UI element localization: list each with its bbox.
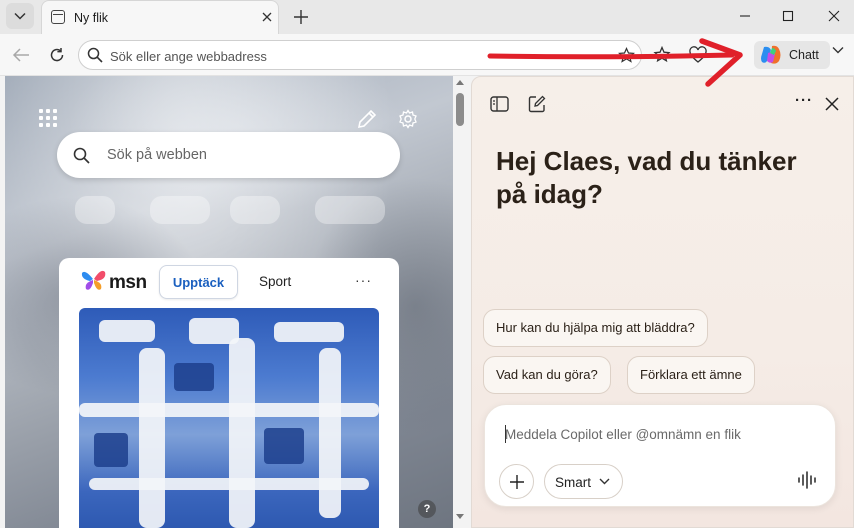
help-icon[interactable]: ? <box>418 500 436 518</box>
arrow-left-icon <box>12 48 29 62</box>
mode-label: Smart <box>555 475 592 490</box>
web-search-box[interactable]: Sök på webben <box>57 132 400 178</box>
sidebar-toggle-button[interactable] <box>488 93 510 115</box>
window-close-button[interactable] <box>819 4 849 28</box>
chevron-down-icon <box>599 478 610 485</box>
scroll-thumb[interactable] <box>456 93 464 126</box>
suggestion-chip[interactable]: Vad kan du göra? <box>483 356 611 394</box>
new-tab-page: Sök på webben msn Upptäck Sport ··· ? <box>5 76 453 528</box>
composer-input[interactable]: Meddela Copilot eller @omnämn en flik <box>505 427 741 442</box>
plus-icon <box>294 10 308 24</box>
msn-tab-upptack[interactable]: Upptäck <box>159 265 238 299</box>
minimize-button[interactable] <box>730 4 760 28</box>
news-image[interactable] <box>79 308 379 528</box>
web-search-placeholder: Sök på webben <box>107 147 207 163</box>
compose-icon <box>528 95 546 113</box>
minimize-icon <box>740 15 750 17</box>
copilot-chat-button[interactable]: Chatt <box>754 41 830 69</box>
chevron-down-icon[interactable] <box>832 46 844 54</box>
add-attachment-button[interactable] <box>499 464 534 499</box>
red-annotation-arrow-icon <box>487 38 743 87</box>
apps-launcher-icon[interactable] <box>39 109 57 127</box>
refresh-icon <box>50 48 64 62</box>
copilot-greeting: Hej Claes, vad du tänker på idag? <box>496 146 797 209</box>
search-icon <box>87 47 103 63</box>
close-icon <box>828 10 840 22</box>
plus-icon <box>509 474 524 489</box>
chevron-down-icon <box>14 12 26 20</box>
quick-link[interactable] <box>150 196 210 224</box>
suggestion-chip[interactable]: Förklara ett ämne <box>627 356 755 394</box>
mode-selector[interactable]: Smart <box>544 464 623 499</box>
copilot-more-button[interactable]: ··· <box>795 92 813 109</box>
chat-button-label: Chatt <box>789 48 819 62</box>
scroll-down-arrow[interactable] <box>456 514 464 519</box>
msn-more-button[interactable]: ··· <box>355 272 372 288</box>
gear-icon[interactable] <box>398 109 418 129</box>
tab-new-tab[interactable]: Ny flik <box>41 0 279 34</box>
tab-title: Ny flik <box>74 11 109 25</box>
tab-list-button[interactable] <box>6 3 34 29</box>
copilot-pane: ··· Hej Claes, vad du tänker på idag? Hu… <box>471 76 854 528</box>
copilot-close-button[interactable] <box>821 93 843 115</box>
msn-feed-card: msn Upptäck Sport ··· <box>59 258 399 528</box>
quick-links <box>65 188 395 248</box>
copilot-composer: Meddela Copilot eller @omnämn en flik Sm… <box>484 404 836 507</box>
copilot-logo-icon <box>761 45 781 64</box>
newtab-page-icon <box>51 10 65 24</box>
sidebar-icon <box>489 96 509 112</box>
new-chat-button[interactable] <box>526 93 548 115</box>
pencil-icon[interactable] <box>356 108 378 130</box>
new-tab-button[interactable] <box>289 5 313 29</box>
close-icon <box>825 97 839 111</box>
quick-link[interactable] <box>75 196 115 224</box>
address-placeholder: Sök eller ange webbadress <box>110 49 267 64</box>
reload-button[interactable] <box>45 43 69 67</box>
maximize-button[interactable] <box>773 4 803 28</box>
tab-close-button[interactable] <box>257 7 277 27</box>
back-button[interactable] <box>9 43 33 67</box>
suggestion-chip[interactable]: Hur kan du hjälpa mig att bläddra? <box>483 309 708 347</box>
page-scrollbar[interactable] <box>454 76 466 528</box>
microphone-waveform-icon[interactable] <box>797 471 817 489</box>
scroll-up-arrow[interactable] <box>456 80 464 85</box>
msn-brand: msn <box>109 272 147 293</box>
quick-link[interactable] <box>230 196 280 224</box>
search-icon <box>73 147 90 164</box>
maximize-icon <box>782 10 794 22</box>
close-icon <box>262 12 272 22</box>
tab-strip: Ny flik <box>0 0 854 34</box>
msn-tab-sport[interactable]: Sport <box>259 274 291 289</box>
quick-link[interactable] <box>315 196 385 224</box>
msn-butterfly-logo <box>81 270 106 290</box>
msn-tab-label: Upptäck <box>172 275 225 290</box>
